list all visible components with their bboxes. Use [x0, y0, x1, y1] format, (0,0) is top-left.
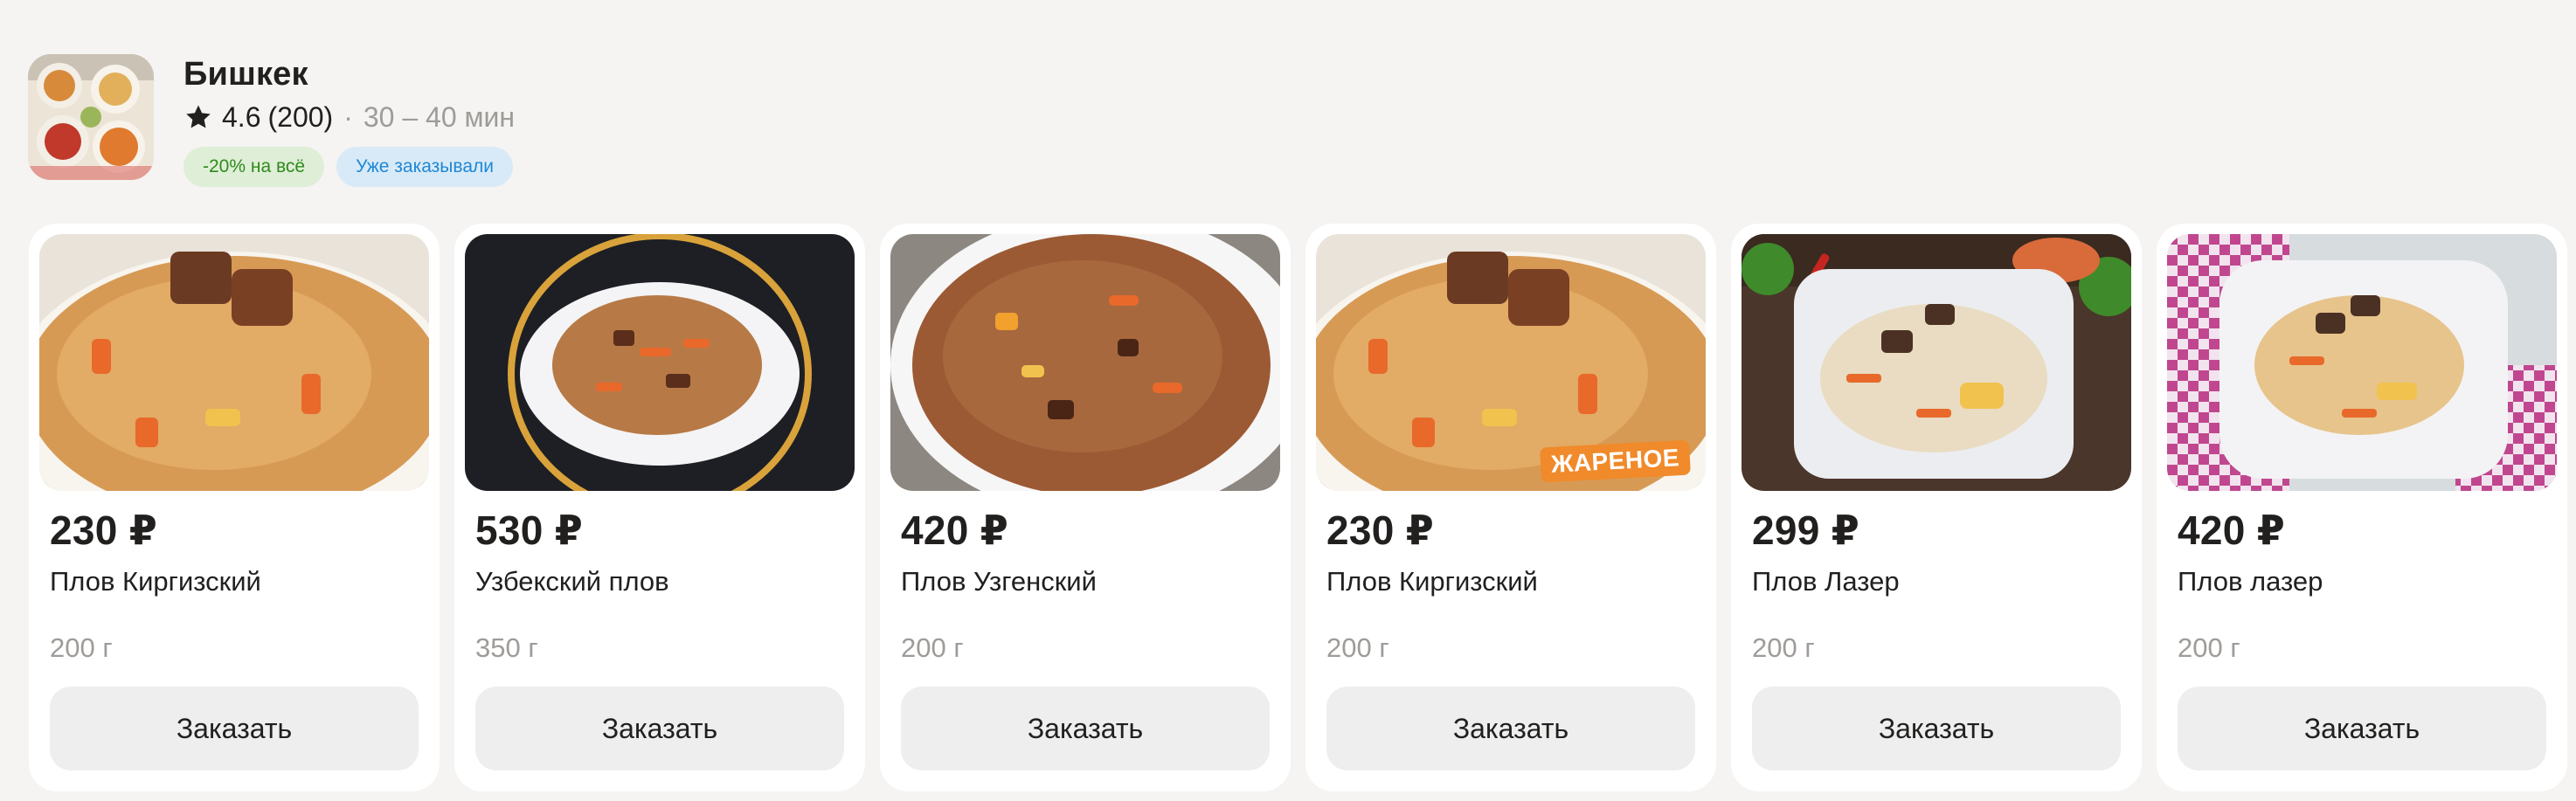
product-photo[interactable]: [890, 234, 1280, 491]
already-ordered-badge[interactable]: Уже заказывали: [336, 147, 513, 187]
order-button[interactable]: Заказать: [1752, 687, 2121, 770]
product-weight: 200 г: [901, 632, 964, 663]
product-name[interactable]: Плов Киргизский: [1326, 564, 1706, 599]
order-button[interactable]: Заказать: [2178, 687, 2546, 770]
product-price: 420 ₽: [901, 508, 1009, 553]
product-weight: 200 г: [50, 632, 113, 663]
product-photo[interactable]: [1742, 234, 2131, 491]
product-name[interactable]: Плов Узгенский: [901, 564, 1280, 599]
product-weight: 200 г: [1752, 632, 1815, 663]
discount-badge[interactable]: -20% на всё: [184, 147, 325, 187]
product-name[interactable]: Плов лазер: [2178, 564, 2557, 599]
order-button[interactable]: Заказать: [50, 687, 419, 770]
restaurant-badges: -20% на всё Уже заказывали: [184, 147, 525, 187]
rating-value: 4.6: [222, 101, 261, 133]
product-price: 230 ₽: [50, 508, 158, 553]
product-photo[interactable]: [465, 234, 855, 491]
product-price: 299 ₽: [1752, 508, 1860, 553]
product-list: 230 ₽ Плов Киргизский 200 г Заказать 530…: [29, 224, 2567, 791]
product-name[interactable]: Плов Киргизский: [50, 564, 429, 599]
product-weight: 350 г: [475, 632, 538, 663]
meta-separator: ·: [343, 101, 353, 133]
product-weight: 200 г: [2178, 632, 2240, 663]
product-weight: 200 г: [1326, 632, 1389, 663]
product-name[interactable]: Плов Лазер: [1752, 564, 2131, 599]
product-price: 420 ₽: [2178, 508, 2286, 553]
product-card[interactable]: 530 ₽ Узбекский плов 350 г Заказать: [454, 224, 865, 791]
reviews-count[interactable]: (200): [267, 98, 333, 136]
restaurant-header: Бишкек 4.6 (200) · 30 – 40 мин -20% на в…: [28, 54, 525, 194]
product-card[interactable]: 230 ₽ Плов Киргизский 200 г Заказать: [29, 224, 440, 791]
restaurant-name: Бишкек: [184, 56, 308, 93]
product-photo[interactable]: [39, 234, 429, 491]
product-card[interactable]: ЖАРЕНОЕ 230 ₽ Плов Киргизский 200 г Зака…: [1305, 224, 1716, 791]
product-card[interactable]: 299 ₽ Плов Лазер 200 г Заказать: [1731, 224, 2142, 791]
star-icon: [186, 105, 211, 128]
product-price: 530 ₽: [475, 508, 584, 553]
order-button[interactable]: Заказать: [475, 687, 844, 770]
product-card[interactable]: 420 ₽ Плов лазер 200 г Заказать: [2157, 224, 2567, 791]
order-button[interactable]: Заказать: [1326, 687, 1695, 770]
product-photo[interactable]: [2167, 234, 2557, 491]
restaurant-info: Бишкек 4.6 (200) · 30 – 40 мин -20% на в…: [184, 54, 525, 187]
product-price: 230 ₽: [1326, 508, 1435, 553]
product-name[interactable]: Узбекский плов: [475, 564, 855, 599]
restaurant-meta: 4.6 (200) · 30 – 40 мин: [184, 98, 525, 136]
restaurant-logo[interactable]: [28, 54, 154, 180]
order-button[interactable]: Заказать: [901, 687, 1270, 770]
delivery-time: 30 – 40 мин: [363, 101, 516, 133]
product-photo[interactable]: ЖАРЕНОЕ: [1316, 234, 1706, 491]
product-card[interactable]: 420 ₽ Плов Узгенский 200 г Заказать: [880, 224, 1291, 791]
